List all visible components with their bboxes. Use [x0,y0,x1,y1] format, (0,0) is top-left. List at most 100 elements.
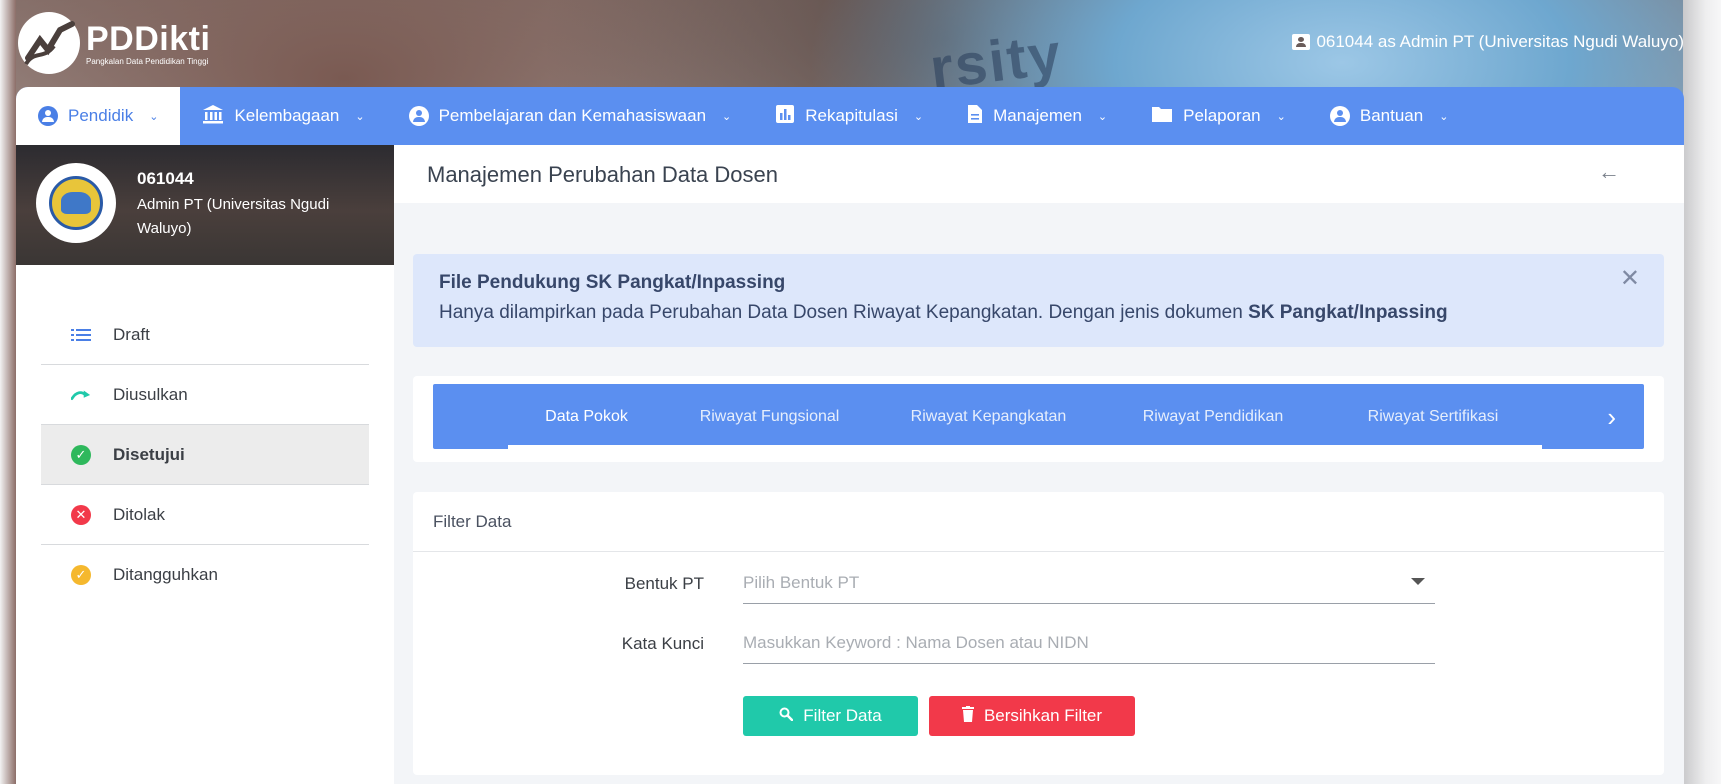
id-card-icon [1292,34,1311,50]
nav-label: Pelaporan [1183,106,1261,125]
top-bar: PDDikti Pangkalan Data Pendidikan Tinggi… [16,8,1684,88]
chevron-down-icon: ⌄ [913,110,924,123]
info-alert: File Pendukung SK Pangkat/Inpassing Hany… [413,254,1664,347]
kata-kunci-row: Kata Kunci [413,624,1664,664]
chevron-down-icon: ⌄ [1439,110,1449,123]
nav-label: Pembelajaran dan Kemahasiswaan [438,106,707,125]
chevron-down-icon: ⌄ [722,110,732,123]
nav-item-pendidik[interactable]: Pendidik ⌄ [16,87,181,145]
filter-data-button[interactable]: Filter Data [743,696,918,736]
logo-title: PDDikti [86,19,211,58]
trash-icon [961,705,974,727]
alert-title: File Pendukung SK Pangkat/Inpassing [439,272,786,293]
alert-text: Hanya dilampirkan pada Perubahan Data Do… [439,302,1448,324]
nav-item-pembelajaran[interactable]: Pembelajaran dan Kemahasiswaan ⌄ [387,87,754,145]
user-circle-icon [38,106,58,126]
nav-label: Kelembagaan [234,106,340,125]
tab-data-pokok[interactable]: Data Pokok [508,384,665,449]
check-circle-icon: ✓ [71,444,91,465]
profile-card: 061044 Admin PT (Universitas Ngudi Waluy… [16,145,394,265]
send-arrow-icon [71,385,91,405]
logo-text: PDDikti Pangkalan Data Pendidikan Tinggi [86,21,210,66]
bar-chart-icon [775,104,795,129]
alert-text-body: Hanya dilampirkan pada Perubahan Data Do… [439,302,1249,323]
nav-item-bantuan[interactable]: Bantuan ⌄ [1308,87,1471,145]
user-info[interactable]: 061044 as Admin PT (Universitas Ngudi Wa… [1292,32,1684,52]
chevron-down-icon: ⌄ [355,110,365,123]
tab-label: Riwayat Kepangkatan [910,407,1067,425]
sidebar-item-label: Diusulkan [113,384,188,404]
bentuk-pt-row: Bentuk PT [413,564,1664,604]
content-area: 061044 Admin PT (Universitas Ngudi Waluy… [16,145,1684,784]
close-icon[interactable]: ✕ [1620,264,1640,293]
nav-label: Pendidik [68,106,134,125]
tab-label: Riwayat Sertifikasi [1367,407,1499,425]
chevron-down-icon: ⌄ [1276,110,1286,123]
chevron-right-icon[interactable]: › [1607,402,1616,433]
tab-riwayat-fungsional[interactable]: Riwayat Fungsional [665,384,874,449]
sidebar-item-label: Ditangguhkan [113,565,218,584]
sidebar-item-draft[interactable]: Draft [41,305,369,365]
tab-bar: Data Pokok Riwayat Fungsional Riwayat Ke… [433,384,1644,449]
tab-riwayat-pendidikan[interactable]: Riwayat Pendidikan [1103,384,1323,449]
nav-label: Bantuan [1359,106,1424,125]
profile-id: 061044 [137,169,194,188]
tabs-scrollbar[interactable] [508,445,1542,449]
tab-label: Riwayat Fungsional [699,407,840,425]
tab-riwayat-sertifikasi[interactable]: Riwayat Sertifikasi [1323,384,1543,449]
bentuk-pt-input[interactable] [743,564,1435,602]
list-icon [71,325,91,345]
bentuk-pt-label: Bentuk PT [624,574,704,593]
document-icon [967,104,983,129]
kata-kunci-input[interactable] [743,624,1435,662]
clear-filter-label: Bersihkan Filter [983,706,1103,725]
chevron-down-icon: ⌄ [1097,110,1108,123]
nav-label: Rekapitulasi [805,106,898,125]
sidebar-item-ditangguhkan[interactable]: ✓ Ditangguhkan [41,545,369,605]
sidebar-item-diusulkan[interactable]: Diusulkan [41,365,369,425]
sidebar-item-label: Disetujui [113,444,185,464]
logo-subtitle: Pangkalan Data Pendidikan Tinggi [86,56,209,66]
logo[interactable]: PDDikti Pangkalan Data Pendidikan Tinggi [18,12,210,74]
x-circle-icon: ✕ [71,504,91,525]
tab-label: Data Pokok [545,407,628,425]
back-arrow-icon[interactable]: ← [1598,159,1620,185]
background-edge-right [1683,0,1721,784]
tab-riwayat-kepangkatan[interactable]: Riwayat Kepangkatan [874,384,1103,449]
pending-circle-icon: ✓ [71,565,91,585]
institution-icon [202,104,224,129]
alert-text-bold: SK Pangkat/Inpassing [1248,302,1448,323]
user-info-text: 061044 as Admin PT (Universitas Ngudi Wa… [1316,32,1684,51]
folder-icon [1151,105,1173,128]
chevron-down-icon: ⌄ [149,110,159,123]
status-menu: Draft Diusulkan ✓ Disetujui ✕ Ditolak ✓ … [41,305,369,605]
sidebar-item-label: Draft [113,324,150,344]
search-icon [779,706,794,726]
user-circle-icon [1329,106,1350,126]
nav-item-manajemen[interactable]: Manajemen ⌄ [945,87,1129,145]
clear-filter-button[interactable]: Bersihkan Filter [929,696,1135,736]
university-seal-icon [49,176,103,230]
filter-data-label: Filter Data [803,706,882,725]
bentuk-pt-select[interactable] [743,564,1435,604]
profile-role: Admin PT (Universitas Ngudi Waluyo) [137,196,330,237]
user-circle-icon [408,106,429,126]
tab-label: Riwayat Pendidikan [1142,407,1284,425]
filter-card: Filter Data Bentuk PT Kata Kunci [413,492,1664,775]
kata-kunci-field[interactable] [743,624,1435,664]
page-title: Manajemen Perubahan Data Dosen [427,162,779,187]
nav-label: Manajemen [993,106,1082,125]
page-header: Manajemen Perubahan Data Dosen ← [394,145,1684,203]
caret-down-icon [1411,578,1425,585]
sidebar-item-disetujui[interactable]: ✓ Disetujui [41,425,369,485]
nav-item-pelaporan[interactable]: Pelaporan ⌄ [1129,87,1308,145]
nav-item-kelembagaan[interactable]: Kelembagaan ⌄ [180,87,386,145]
logo-mark-icon [18,12,80,74]
avatar [36,163,116,243]
nav-item-rekapitulasi[interactable]: Rekapitulasi ⌄ [753,87,945,145]
sidebar-item-ditolak[interactable]: ✕ Ditolak [41,485,369,545]
sidebar-item-label: Ditolak [113,504,165,524]
kata-kunci-label: Kata Kunci [621,634,704,653]
sidebar: 061044 Admin PT (Universitas Ngudi Waluy… [16,145,394,784]
main-nav: Pendidik ⌄ Kelembagaan ⌄ Pembelajaran da… [16,87,1684,145]
